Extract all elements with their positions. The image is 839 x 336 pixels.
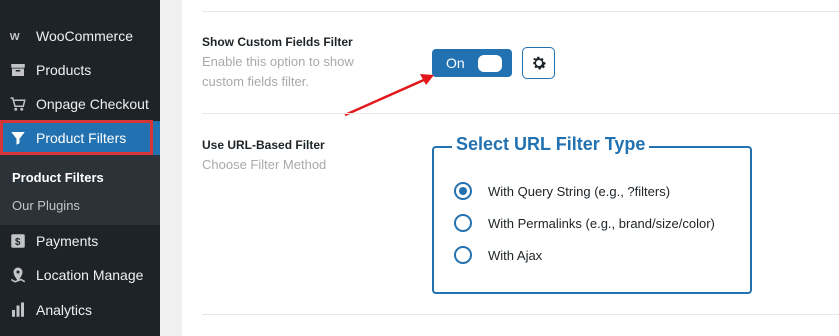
radio-button[interactable] bbox=[454, 246, 472, 264]
custom-fields-filter-label: Show Custom Fields Filter bbox=[202, 35, 353, 49]
custom-fields-settings-button[interactable] bbox=[522, 47, 555, 79]
custom-fields-filter-toggle[interactable]: On bbox=[432, 49, 512, 77]
sidebar-item-payments[interactable]: $ Payments bbox=[0, 224, 160, 258]
sidebar-item-label: Analytics bbox=[36, 302, 93, 318]
sidebar-item-label: Product Filters bbox=[36, 130, 127, 146]
sidebar-item-onpage-checkout[interactable]: Onpage Checkout bbox=[0, 87, 160, 121]
sidebar-item-woocommerce[interactable]: W WooCommerce bbox=[0, 19, 160, 53]
toggle-label: On bbox=[446, 55, 465, 71]
divider bbox=[202, 11, 839, 12]
sidebar-item-label: Payments bbox=[36, 233, 99, 249]
submenu-item-product-filters[interactable]: Product Filters bbox=[12, 170, 104, 185]
svg-text:W: W bbox=[10, 31, 20, 43]
radio-label: With Permalinks (e.g., brand/size/color) bbox=[488, 215, 715, 231]
url-filter-description: Choose Filter Method bbox=[202, 157, 327, 172]
divider bbox=[202, 314, 839, 315]
sidebar-submenu: Product Filters Our Plugins bbox=[0, 155, 160, 225]
sidebar-item-analytics[interactable]: Analytics bbox=[0, 293, 160, 327]
sidebar-item-label: WooCommerce bbox=[36, 28, 133, 44]
radio-option-ajax[interactable]: With Ajax bbox=[454, 246, 542, 264]
svg-text:$: $ bbox=[15, 237, 21, 248]
chart-bar-icon bbox=[0, 301, 36, 319]
sidebar-item-product-filters[interactable]: Product Filters bbox=[0, 121, 160, 155]
dollar-icon: $ bbox=[0, 232, 36, 250]
sidebar-item-products[interactable]: Products bbox=[0, 53, 160, 87]
archive-icon bbox=[0, 61, 36, 79]
location-icon bbox=[0, 266, 36, 284]
submenu-item-our-plugins[interactable]: Our Plugins bbox=[12, 198, 80, 213]
content-gutter bbox=[160, 0, 182, 336]
divider bbox=[202, 113, 839, 114]
sidebar-item-label: Products bbox=[36, 62, 92, 78]
filter-icon bbox=[0, 129, 36, 147]
gear-icon bbox=[532, 56, 546, 70]
sidebar-item-label: Onpage Checkout bbox=[36, 96, 149, 112]
woocommerce-icon: W bbox=[0, 27, 36, 45]
admin-sidebar: W WooCommerce Products Onpage Checkout P… bbox=[0, 0, 160, 336]
url-filter-label: Use URL-Based Filter bbox=[202, 138, 325, 152]
sidebar-item-location-manage[interactable]: Location Manage bbox=[0, 258, 160, 292]
url-filter-type-title: Select URL Filter Type bbox=[452, 134, 650, 155]
sidebar-item-label: Location Manage bbox=[36, 267, 144, 283]
radio-option-permalinks[interactable]: With Permalinks (e.g., brand/size/color) bbox=[454, 214, 715, 232]
settings-panel: Show Custom Fields Filter Enable this op… bbox=[182, 0, 839, 336]
radio-option-query-string[interactable]: With Query String (e.g., ?filters) bbox=[454, 182, 670, 200]
cart-icon bbox=[0, 95, 36, 113]
radio-label: With Query String (e.g., ?filters) bbox=[488, 183, 671, 199]
radio-button[interactable] bbox=[454, 214, 472, 232]
radio-label: With Ajax bbox=[488, 247, 543, 263]
radio-button[interactable] bbox=[454, 182, 472, 200]
toggle-knob bbox=[478, 54, 502, 72]
